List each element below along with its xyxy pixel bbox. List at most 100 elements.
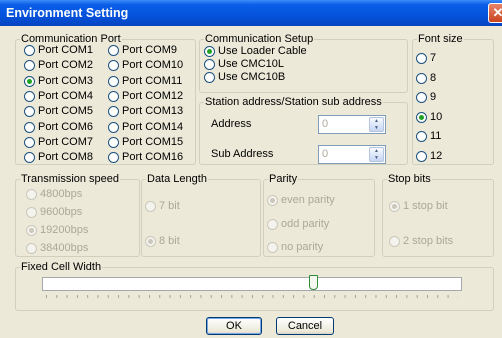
communication-setup-legend: Communication Setup (205, 33, 314, 45)
radio-button-icon[interactable] (416, 111, 427, 123)
port-com-radio-11[interactable]: Port COM11 (108, 75, 182, 88)
radio-button-icon[interactable] (416, 92, 427, 103)
font-size-radio-8-label: 8 (430, 71, 437, 84)
spin-up-icon[interactable]: ▲ (370, 118, 383, 125)
port-com-radio-2-label: Port COM2 (38, 59, 94, 72)
spin-up-icon[interactable]: ▲ (370, 148, 383, 155)
port-com-radio-3[interactable]: Port COM3 (24, 75, 93, 88)
radio-button-icon[interactable] (416, 53, 427, 64)
slider-ticks (46, 295, 458, 298)
spin-down-icon[interactable]: ▼ (370, 155, 383, 162)
fixed-cell-width-slider-track[interactable] (42, 277, 462, 291)
title-bar: Environment Setting (0, 0, 502, 26)
radio-button-icon[interactable] (416, 131, 427, 142)
font-size-radio-7[interactable]: 7 (416, 52, 436, 65)
port-com-radio-6[interactable]: Port COM6 (24, 121, 93, 134)
radio-button-icon[interactable] (108, 75, 119, 87)
stop-bits-legend: Stop bits (388, 173, 431, 185)
transmission-speed-radio-4-label: 38400bps (40, 242, 89, 254)
transmission-speed-radio-4: 38400bps (26, 242, 88, 255)
radio-button-icon[interactable] (24, 152, 35, 164)
radio-button-icon[interactable] (108, 152, 119, 164)
stop-bits-radio-2: 2 stop bits (389, 235, 453, 248)
port-com-radio-13-label: Port COM13 (122, 105, 184, 118)
communication-setup-radio-2-label: Use CMC10L (218, 58, 285, 70)
font-size-radio-7-label: 7 (430, 52, 437, 64)
radio-button-icon[interactable] (108, 60, 119, 72)
radio-button-icon (267, 218, 278, 230)
radio-button-icon[interactable] (24, 136, 35, 148)
window-title: Environment Setting (6, 6, 129, 20)
sub-address-spinner[interactable]: 0 ▲ ▼ (318, 145, 386, 164)
port-com-radio-8[interactable]: Port COM8 (24, 151, 93, 164)
port-com-radio-13[interactable]: Port COM13 (108, 105, 183, 118)
font-size-radio-12-label: 12 (430, 149, 443, 162)
station-address-legend: Station address/Station sub address (205, 96, 382, 108)
radio-button-icon (26, 189, 37, 200)
radio-button-icon[interactable] (204, 59, 215, 70)
spin-down-icon[interactable]: ▼ (370, 125, 383, 132)
close-icon[interactable]: ✕ (488, 3, 502, 23)
parity-radio-3: no parity (267, 241, 323, 254)
radio-button-icon[interactable] (108, 106, 119, 118)
sub-address-label: Sub Address (211, 148, 274, 160)
port-com-radio-15[interactable]: Port COM15 (108, 136, 183, 149)
port-com-radio-10[interactable]: Port COM10 (108, 59, 183, 72)
communication-setup-radio-1[interactable]: Use Loader Cable (204, 45, 307, 58)
communication-setup-radio-2[interactable]: Use CMC10L (204, 58, 284, 71)
port-com-radio-14-label: Port COM14 (122, 120, 184, 133)
radio-button-icon[interactable] (24, 60, 35, 72)
radio-button-icon[interactable] (108, 90, 119, 102)
radio-button-icon (389, 236, 400, 247)
font-size-radio-10[interactable]: 10 (416, 111, 442, 124)
font-size-radio-9[interactable]: 9 (416, 91, 436, 104)
radio-button-icon[interactable] (24, 45, 35, 56)
radio-button-icon[interactable] (24, 75, 35, 87)
address-spin-buttons[interactable]: ▲ ▼ (369, 117, 384, 132)
radio-button-icon[interactable] (204, 72, 215, 83)
ok-button[interactable]: OK (206, 317, 262, 335)
port-com-radio-16[interactable]: Port COM16 (108, 151, 183, 164)
port-com-radio-9[interactable]: Port COM9 (108, 44, 177, 57)
radio-button-icon[interactable] (416, 72, 427, 84)
transmission-speed-radio-2: 9600bps (26, 206, 82, 219)
radio-button-icon[interactable] (24, 90, 35, 102)
port-com-radio-12-label: Port COM12 (122, 89, 184, 102)
port-com-radio-8-label: Port COM8 (38, 151, 94, 164)
radio-button-icon[interactable] (416, 150, 427, 162)
port-com-radio-12[interactable]: Port COM12 (108, 90, 183, 103)
radio-button-icon[interactable] (108, 136, 119, 148)
port-com-radio-5[interactable]: Port COM5 (24, 105, 93, 118)
data-length-radio-1-label: 7 bit (159, 200, 180, 212)
font-size-radio-8[interactable]: 8 (416, 72, 436, 85)
transmission-speed-radio-3-label: 19200bps (40, 224, 89, 236)
radio-button-icon[interactable] (24, 106, 35, 118)
sub-address-value: 0 (322, 148, 329, 160)
data-length-radio-1: 7 bit (145, 200, 180, 213)
radio-button-icon[interactable] (108, 121, 119, 133)
font-size-radio-11[interactable]: 11 (416, 130, 441, 143)
transmission-speed-legend: Transmission speed (21, 173, 120, 185)
port-com-radio-9-label: Port COM9 (122, 44, 178, 56)
data-length-radio-2: 8 bit (145, 235, 180, 248)
font-size-radio-11-label: 11 (430, 130, 442, 142)
port-com-radio-4[interactable]: Port COM4 (24, 90, 93, 103)
port-com-radio-1[interactable]: Port COM1 (24, 44, 93, 57)
radio-button-icon[interactable] (24, 121, 35, 133)
port-com-radio-7[interactable]: Port COM7 (24, 136, 93, 149)
font-size-radio-12[interactable]: 12 (416, 150, 442, 163)
address-spinner[interactable]: 0 ▲ ▼ (318, 115, 386, 134)
communication-setup-radio-3[interactable]: Use CMC10B (204, 71, 285, 84)
transmission-speed-radio-1: 4800bps (26, 188, 82, 201)
port-com-radio-4-label: Port COM4 (38, 89, 94, 102)
cancel-button[interactable]: Cancel (276, 317, 334, 335)
port-com-radio-2[interactable]: Port COM2 (24, 59, 93, 72)
radio-button-icon[interactable] (108, 45, 119, 56)
sub-address-spin-buttons[interactable]: ▲ ▼ (369, 147, 384, 162)
port-com-radio-14[interactable]: Port COM14 (108, 121, 183, 134)
radio-button-icon[interactable] (204, 46, 215, 57)
address-label: Address (211, 118, 252, 130)
radio-button-icon (26, 225, 37, 236)
communication-setup-radio-3-label: Use CMC10B (218, 71, 286, 83)
fixed-cell-width-slider-thumb[interactable] (309, 275, 319, 290)
